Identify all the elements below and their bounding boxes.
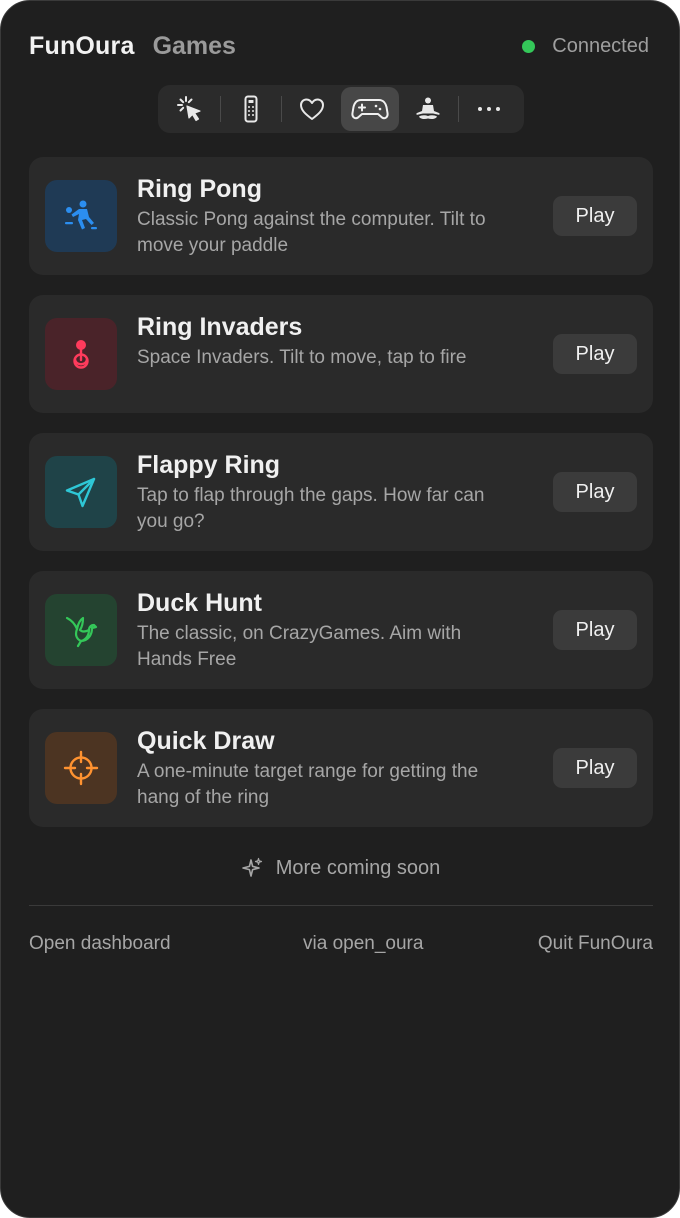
toolbar-divider	[281, 96, 282, 122]
game-card-quick-draw: Quick Draw A one-minute target range for…	[29, 709, 653, 827]
tab-heart[interactable]	[283, 87, 341, 131]
game-description: The classic, on CrazyGames. Aim with Han…	[137, 623, 462, 670]
game-title: Ring Invaders	[137, 313, 303, 341]
games-popover-window: FunOura Games Connected Ring Pong Classi…	[0, 0, 680, 1218]
footer-divider	[29, 905, 653, 906]
page-title: Games	[152, 31, 236, 60]
status-dot-icon	[522, 39, 536, 53]
play-button-ring-pong[interactable]: Play	[553, 196, 637, 236]
game-description: A one-minute target range for getting th…	[137, 761, 479, 808]
game-icon-tile	[45, 594, 117, 666]
game-title: Duck Hunt	[137, 589, 262, 617]
meditation-icon	[416, 97, 440, 119]
connection-status: Connected	[522, 35, 649, 58]
game-icon-tile	[45, 318, 117, 390]
tab-remote[interactable]	[222, 87, 280, 131]
mode-toolbar	[158, 85, 524, 133]
game-description: Space Invaders. Tilt to move, tap to fir…	[137, 347, 467, 368]
game-icon-tile	[45, 456, 117, 528]
play-button-duck-hunt[interactable]: Play	[553, 610, 637, 650]
game-title: Flappy Ring	[137, 451, 281, 479]
game-title: Quick Draw	[137, 727, 275, 755]
app-brand: FunOura	[29, 31, 135, 60]
crosshair-icon	[63, 750, 99, 786]
tab-cursor[interactable]	[161, 87, 219, 131]
tab-mindfulness[interactable]	[399, 87, 457, 131]
game-icon-tile	[45, 732, 117, 804]
gamepad-icon	[351, 99, 389, 120]
game-card-ring-pong: Ring Pong Classic Pong against the compu…	[29, 157, 653, 275]
game-card-ring-invaders: Ring Invaders Space Invaders. Tilt to mo…	[29, 295, 653, 413]
joystick-icon	[73, 340, 89, 369]
sparkles-icon	[241, 857, 262, 877]
toolbar-divider	[458, 96, 459, 122]
game-description: Classic Pong against the computer. Tilt …	[137, 209, 486, 256]
game-card-flappy-ring: Flappy Ring Tap to flap through the gaps…	[29, 433, 653, 551]
game-card-duck-hunt: Duck Hunt The classic, on CrazyGames. Ai…	[29, 571, 653, 689]
coming-soon-note: More coming soon	[1, 853, 679, 883]
remote-control-icon	[244, 95, 258, 123]
status-text: Connected	[552, 34, 649, 57]
paper-plane-icon	[65, 477, 96, 508]
game-description: Tap to flap through the gaps. How far ca…	[137, 485, 485, 532]
heart-icon	[300, 98, 324, 120]
more-icon	[478, 107, 500, 111]
source-label: via open_oura	[303, 933, 424, 954]
header: FunOura Games Connected	[29, 29, 649, 63]
game-title: Ring Pong	[137, 175, 262, 203]
quit-app-link[interactable]: Quit FunOura	[538, 933, 653, 955]
tab-more[interactable]	[460, 87, 518, 131]
play-button-ring-invaders[interactable]: Play	[553, 334, 637, 374]
bird-icon	[65, 616, 98, 648]
play-button-quick-draw[interactable]: Play	[553, 748, 637, 788]
cursor-click-icon	[177, 96, 201, 122]
games-list: Ring Pong Classic Pong against the compu…	[29, 157, 653, 847]
play-button-flappy-ring[interactable]: Play	[553, 472, 637, 512]
coming-soon-text: More coming soon	[275, 856, 441, 879]
game-icon-tile	[45, 180, 117, 252]
toolbar-divider	[220, 96, 221, 122]
footer: Open dashboard via open_oura Quit FunOur…	[29, 929, 653, 959]
ping-pong-player-icon	[65, 200, 97, 230]
tab-games[interactable]	[341, 87, 399, 131]
open-dashboard-link[interactable]: Open dashboard	[29, 933, 171, 955]
